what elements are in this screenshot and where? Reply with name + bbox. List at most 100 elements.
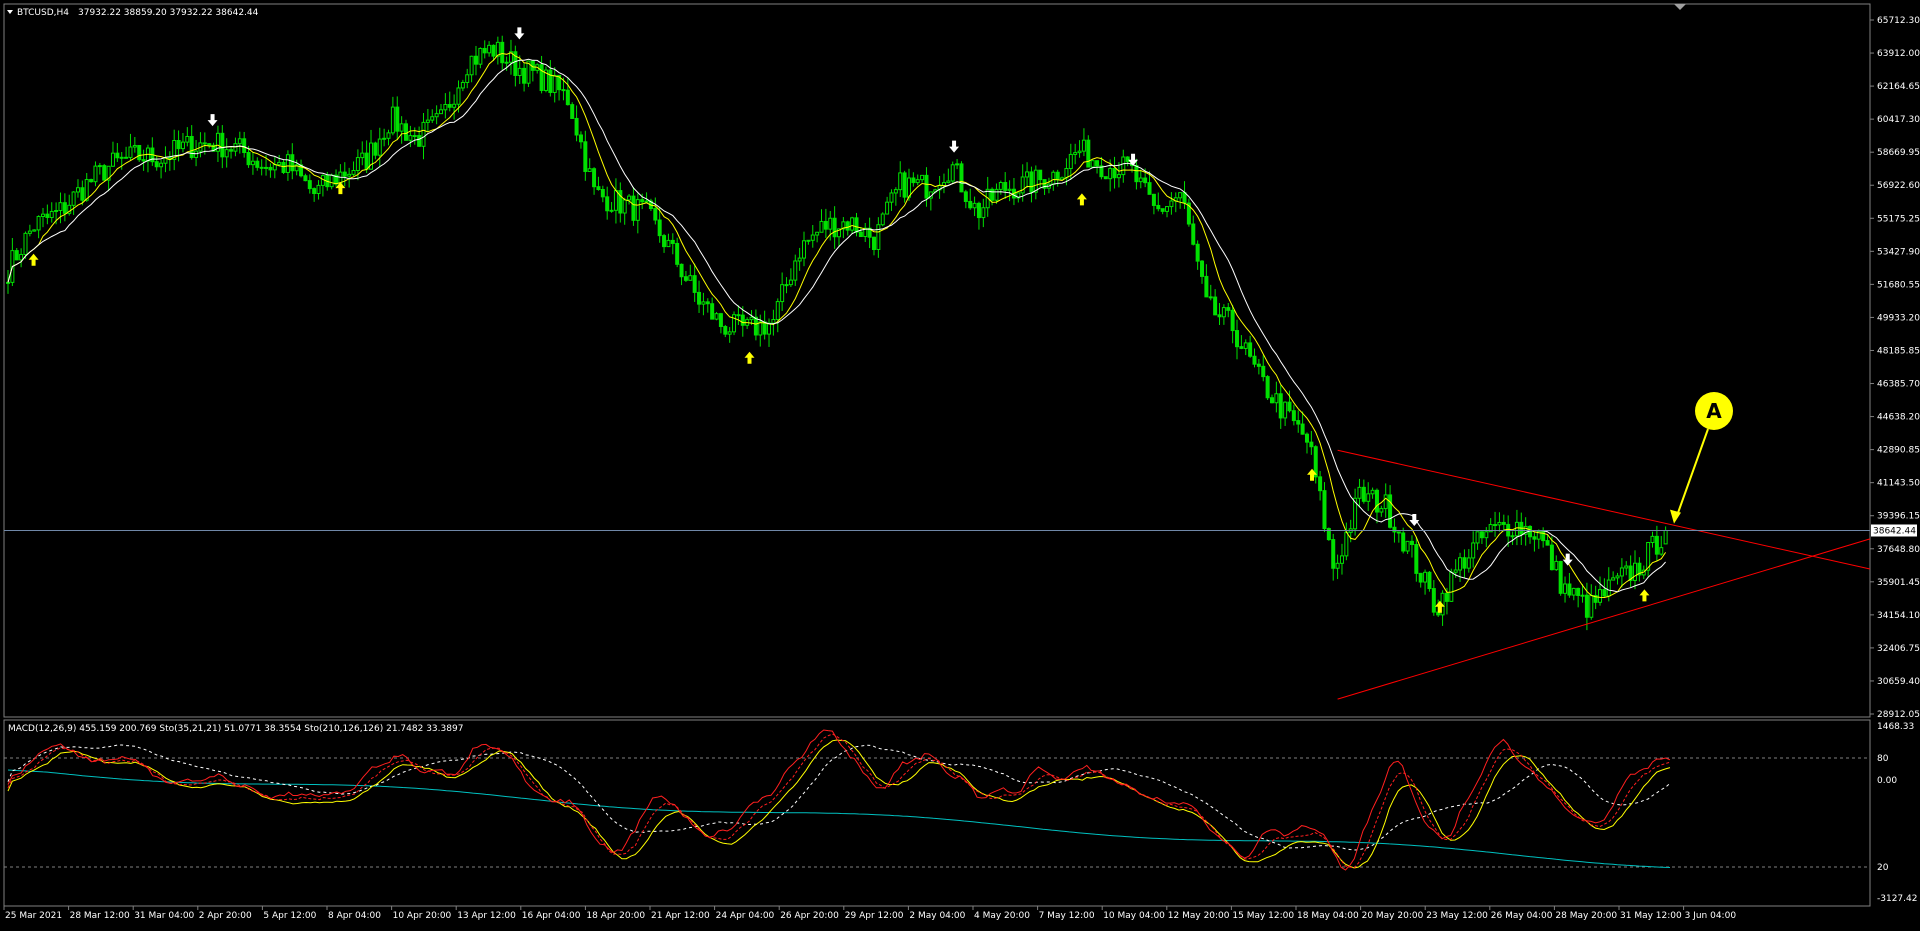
- time-tick-label: 2 Apr 20:00: [199, 911, 252, 921]
- candle-body: [1414, 544, 1419, 574]
- candle-body: [1248, 342, 1253, 357]
- candle-body: [386, 132, 391, 139]
- candle-body: [1357, 486, 1362, 499]
- candle-body: [1466, 557, 1471, 569]
- candle-body: [1493, 524, 1498, 527]
- candle-body: [1243, 342, 1248, 349]
- price-tick-label: 30659.40: [1877, 677, 1920, 687]
- candle-body: [1449, 571, 1454, 602]
- candle-body: [1296, 420, 1301, 425]
- candle-body: [775, 301, 780, 321]
- candle-body: [417, 135, 422, 147]
- time-tick-label: 26 May 04:00: [1491, 911, 1553, 921]
- candle-body: [399, 123, 404, 132]
- candle-body: [955, 163, 960, 166]
- candle-body: [1195, 243, 1200, 262]
- candle-body: [1116, 174, 1121, 179]
- oscillator-lines: [7, 729, 1671, 871]
- candle-body: [1589, 594, 1594, 618]
- candle-body: [823, 220, 828, 230]
- candle-body: [1659, 547, 1664, 555]
- candle-body: [1309, 441, 1314, 448]
- candle-body: [224, 149, 229, 158]
- candle-body: [124, 156, 129, 159]
- candle-body: [771, 319, 776, 324]
- candle-body: [1064, 168, 1069, 179]
- candle-body: [517, 67, 522, 76]
- time-axis: 25 Mar 2021 28 Mar 12:00 31 Mar 04:00 2 Apr…: [3, 906, 1736, 921]
- candle-body: [14, 250, 19, 261]
- candle-body: [657, 219, 662, 237]
- candle-body: [62, 202, 67, 214]
- candle-body: [635, 199, 640, 221]
- candle-body: [1213, 296, 1218, 316]
- candle-body: [1619, 567, 1624, 577]
- sell-signal-arrow: [1562, 553, 1573, 566]
- candle-body: [640, 199, 645, 203]
- sell-signal-arrow: [514, 27, 525, 40]
- time-tick-label: 15 May 12:00: [1232, 911, 1294, 921]
- candle-body: [561, 89, 566, 92]
- time-tick-label: 31 Mar 04:00: [134, 911, 194, 921]
- candle-body: [80, 187, 85, 201]
- candle-body: [893, 189, 898, 194]
- candle-body: [45, 213, 50, 218]
- candle-body: [911, 177, 916, 184]
- time-tick-label: 25 Mar 2021: [5, 911, 62, 921]
- candle-body: [268, 166, 273, 171]
- signal-arrows: [28, 27, 1650, 613]
- candle-body: [1029, 171, 1034, 193]
- candle-body: [312, 188, 317, 195]
- candle-body: [395, 106, 400, 132]
- ohlc-readout: 37932.22 38859.20 37932.22 38642.44: [78, 8, 259, 18]
- candle-body: [679, 263, 684, 278]
- candle-body: [1654, 535, 1659, 555]
- slow-moving-average: [7, 58, 1666, 593]
- current-price-tag-label: 38642.44: [1873, 526, 1916, 536]
- candle-body: [885, 201, 890, 215]
- candle-body: [1475, 531, 1480, 544]
- candle-body: [246, 152, 251, 166]
- candle-body: [1427, 571, 1432, 590]
- candle-body: [1510, 535, 1515, 538]
- candle-body: [1068, 153, 1073, 170]
- candle-body: [316, 184, 321, 195]
- candle-body: [159, 162, 164, 168]
- candle-body: [740, 314, 745, 326]
- candle-body: [347, 173, 352, 177]
- symbol-menu-arrow[interactable]: [7, 10, 13, 14]
- candle-body: [141, 159, 146, 162]
- candle-body: [364, 152, 369, 170]
- candle-body: [355, 157, 360, 171]
- candle-body: [460, 81, 465, 89]
- price-chart[interactable]: BTCUSD,H4 37932.22 38859.20 37932.22 386…: [0, 0, 1920, 927]
- candle-body: [666, 239, 671, 248]
- candle-body: [434, 113, 439, 118]
- sell-signal-arrow: [1409, 513, 1420, 526]
- candle-body: [1081, 139, 1086, 152]
- time-tick-label: 28 Mar 12:00: [70, 911, 130, 921]
- candle-body: [622, 199, 627, 214]
- indicator-axis: 1468.33 80 0.00 20 -3127.42: [4, 722, 1917, 904]
- candle-body: [229, 149, 234, 152]
- candle-body: [920, 174, 925, 181]
- candle-body: [592, 168, 597, 188]
- candle-body: [1318, 476, 1323, 492]
- candle-body: [1392, 526, 1397, 533]
- candle-body: [850, 217, 855, 231]
- candle-body: [1584, 594, 1589, 618]
- time-tick-label: 12 May 20:00: [1168, 911, 1230, 921]
- candle-body: [465, 74, 470, 83]
- candle-body: [430, 116, 435, 121]
- candle-body: [119, 156, 124, 159]
- price-tick-label: 58669.95: [1877, 148, 1920, 158]
- candle-body: [683, 276, 688, 281]
- time-tick-label: 31 May 12:00: [1620, 911, 1682, 921]
- candle-body: [1409, 540, 1414, 546]
- candle-body: [876, 224, 881, 250]
- indicator-tick-label: 80: [1877, 754, 1889, 764]
- candle-body: [697, 291, 702, 305]
- candle-body: [1379, 508, 1384, 513]
- chart-window[interactable]: BTCUSD,H4 37932.22 38859.20 37932.22 386…: [0, 0, 1920, 927]
- candle-body: [1151, 193, 1156, 206]
